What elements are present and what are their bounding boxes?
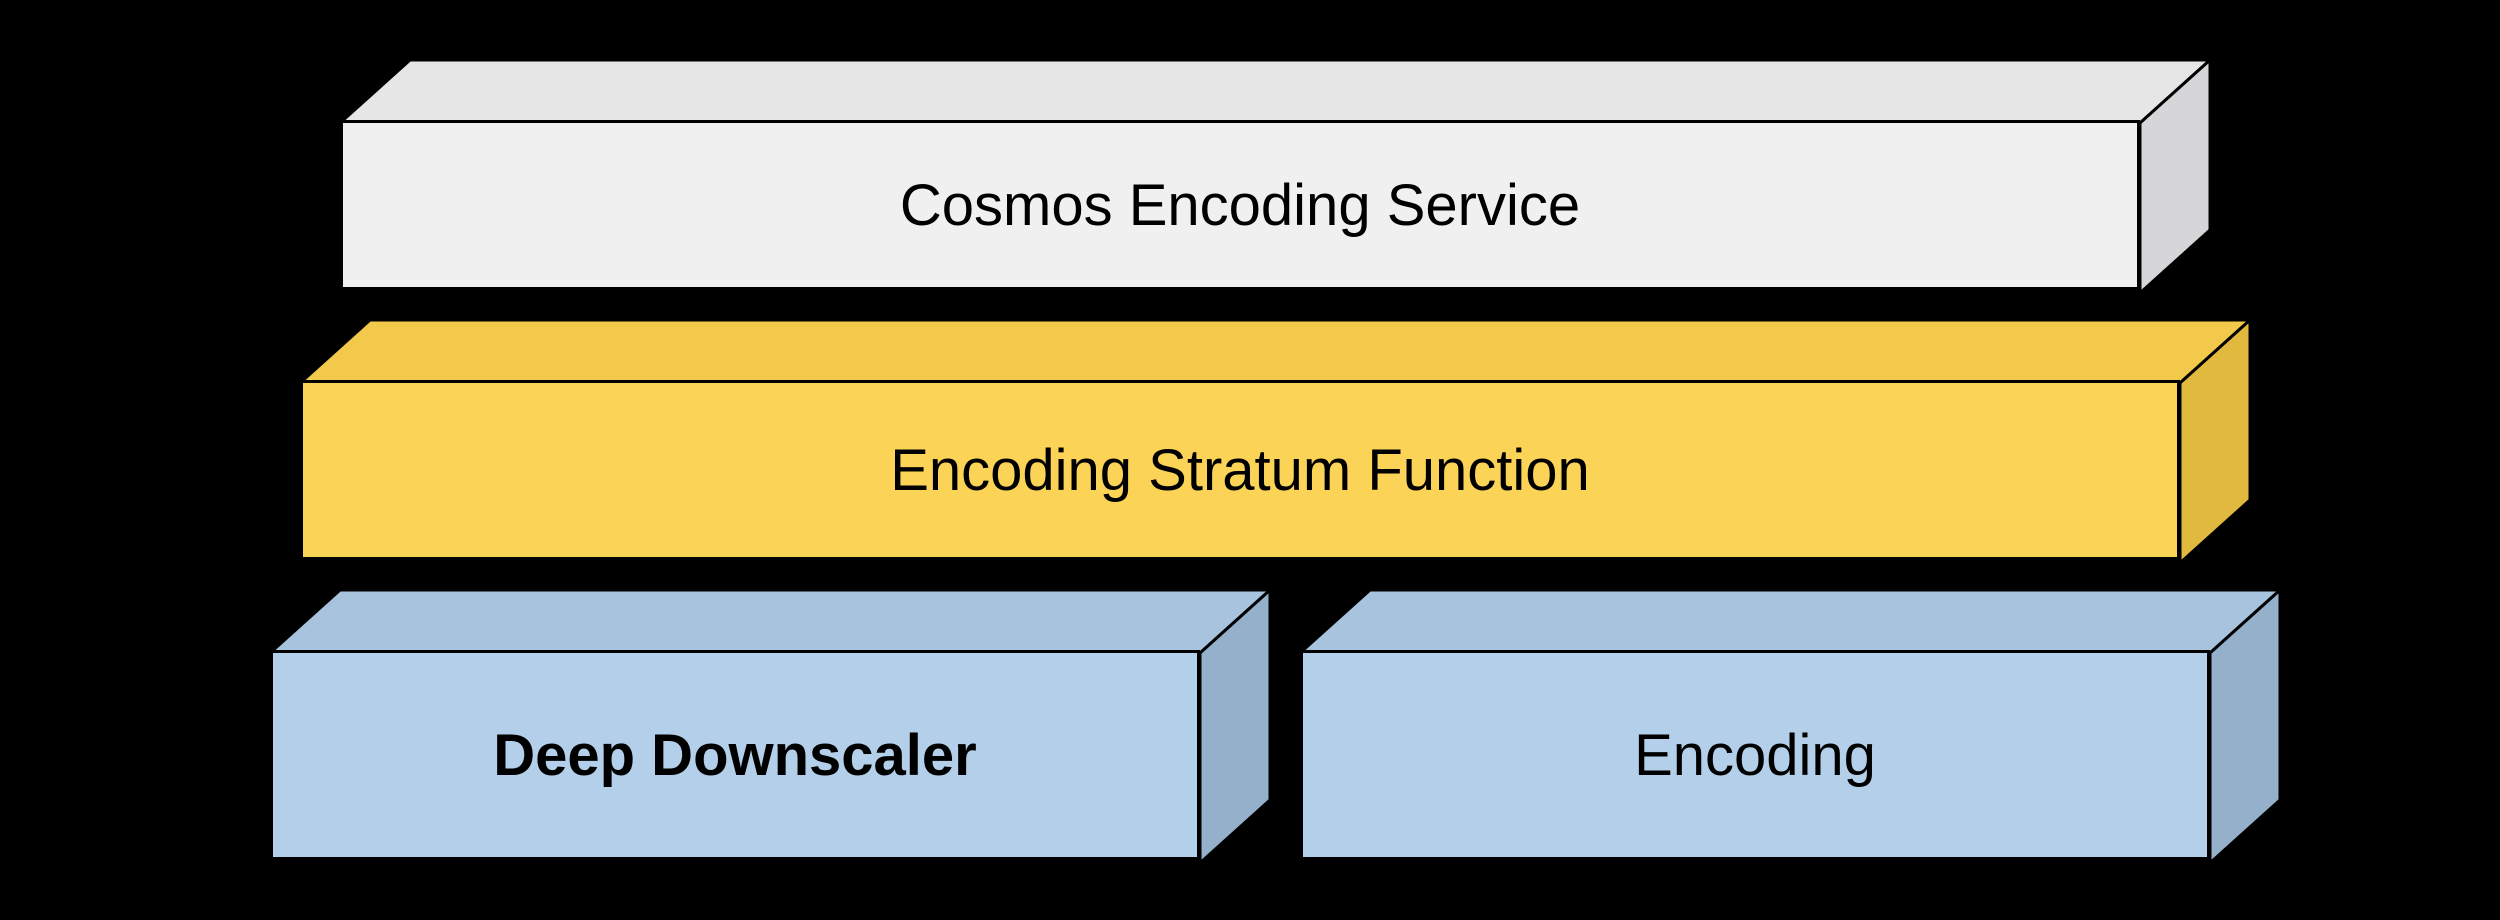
layer-label: Cosmos Encoding Service: [900, 172, 1580, 239]
layer-top-face: [340, 60, 2210, 123]
layer-top-face: [270, 590, 1270, 653]
layer-side-face: [2210, 590, 2283, 863]
layer-side-face: [1200, 590, 1273, 863]
architecture-diagram: Cosmos Encoding Service Encoding Stratum…: [0, 0, 2500, 920]
layer-label: Encoding: [1634, 722, 1876, 789]
layer-side-face: [2140, 60, 2213, 293]
layer-front-face: Encoding Stratum Function: [300, 380, 2180, 560]
layer-front-face: Deep Downscaler: [270, 650, 1200, 860]
layer-side-face: [2180, 320, 2253, 563]
layer-top-face: [300, 320, 2250, 383]
layer-label: Encoding Stratum Function: [890, 437, 1590, 504]
layer-top-face: [1300, 590, 2280, 653]
layer-front-face: Encoding: [1300, 650, 2210, 860]
layer-front-face: Cosmos Encoding Service: [340, 120, 2140, 290]
layer-label: Deep Downscaler: [493, 722, 977, 789]
